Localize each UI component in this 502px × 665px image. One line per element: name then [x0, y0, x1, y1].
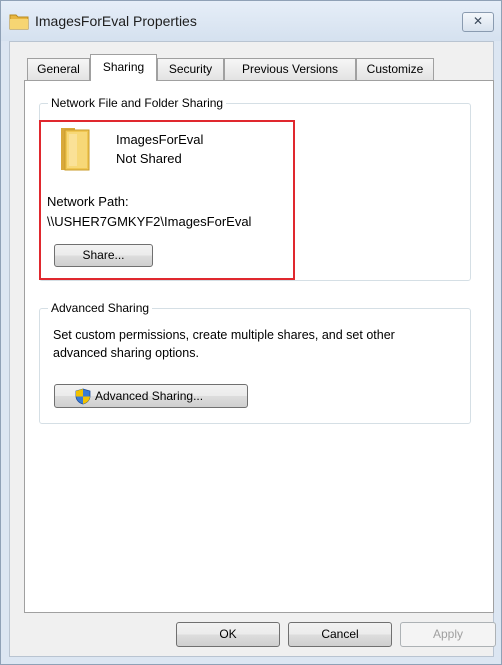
tab-sharing-label: Sharing	[102, 60, 145, 74]
cancel-button-label: Cancel	[321, 627, 359, 641]
advanced-sharing-group-label: Advanced Sharing	[48, 301, 153, 315]
folder-icon	[9, 14, 29, 30]
tab-general[interactable]: General	[27, 58, 90, 80]
network-sharing-group-label: Network File and Folder Sharing	[48, 96, 227, 110]
tab-security-label: Security	[168, 62, 213, 76]
tab-previous-versions-label: Previous Versions	[241, 62, 339, 76]
close-icon: ✕	[472, 14, 484, 28]
advanced-sharing-description: Set custom permissions, create multiple …	[53, 328, 395, 342]
cancel-button[interactable]: Cancel	[288, 622, 392, 647]
advanced-sharing-description-2: advanced sharing options.	[53, 346, 199, 360]
window-title: ImagesForEval Properties	[35, 13, 197, 29]
tab-general-label: General	[37, 62, 80, 76]
apply-button[interactable]: Apply	[400, 622, 496, 647]
advanced-sharing-button-label: Advanced Sharing...	[95, 389, 204, 403]
tab-customize-label: Customize	[366, 62, 424, 76]
tab-previous-versions[interactable]: Previous Versions	[224, 58, 356, 80]
apply-button-label: Apply	[432, 627, 464, 641]
ok-button-label: OK	[219, 627, 237, 641]
highlight-box	[39, 120, 295, 280]
tab-security[interactable]: Security	[157, 58, 224, 80]
tab-customize[interactable]: Customize	[356, 58, 434, 80]
shield-icon	[75, 388, 91, 405]
ok-button[interactable]: OK	[176, 622, 280, 647]
close-button[interactable]: ✕	[462, 12, 494, 32]
advanced-sharing-button[interactable]: Advanced Sharing...	[54, 384, 248, 408]
tab-sharing[interactable]: Sharing	[90, 54, 157, 81]
title-bar[interactable]: ImagesForEval Properties ✕	[1, 1, 501, 41]
